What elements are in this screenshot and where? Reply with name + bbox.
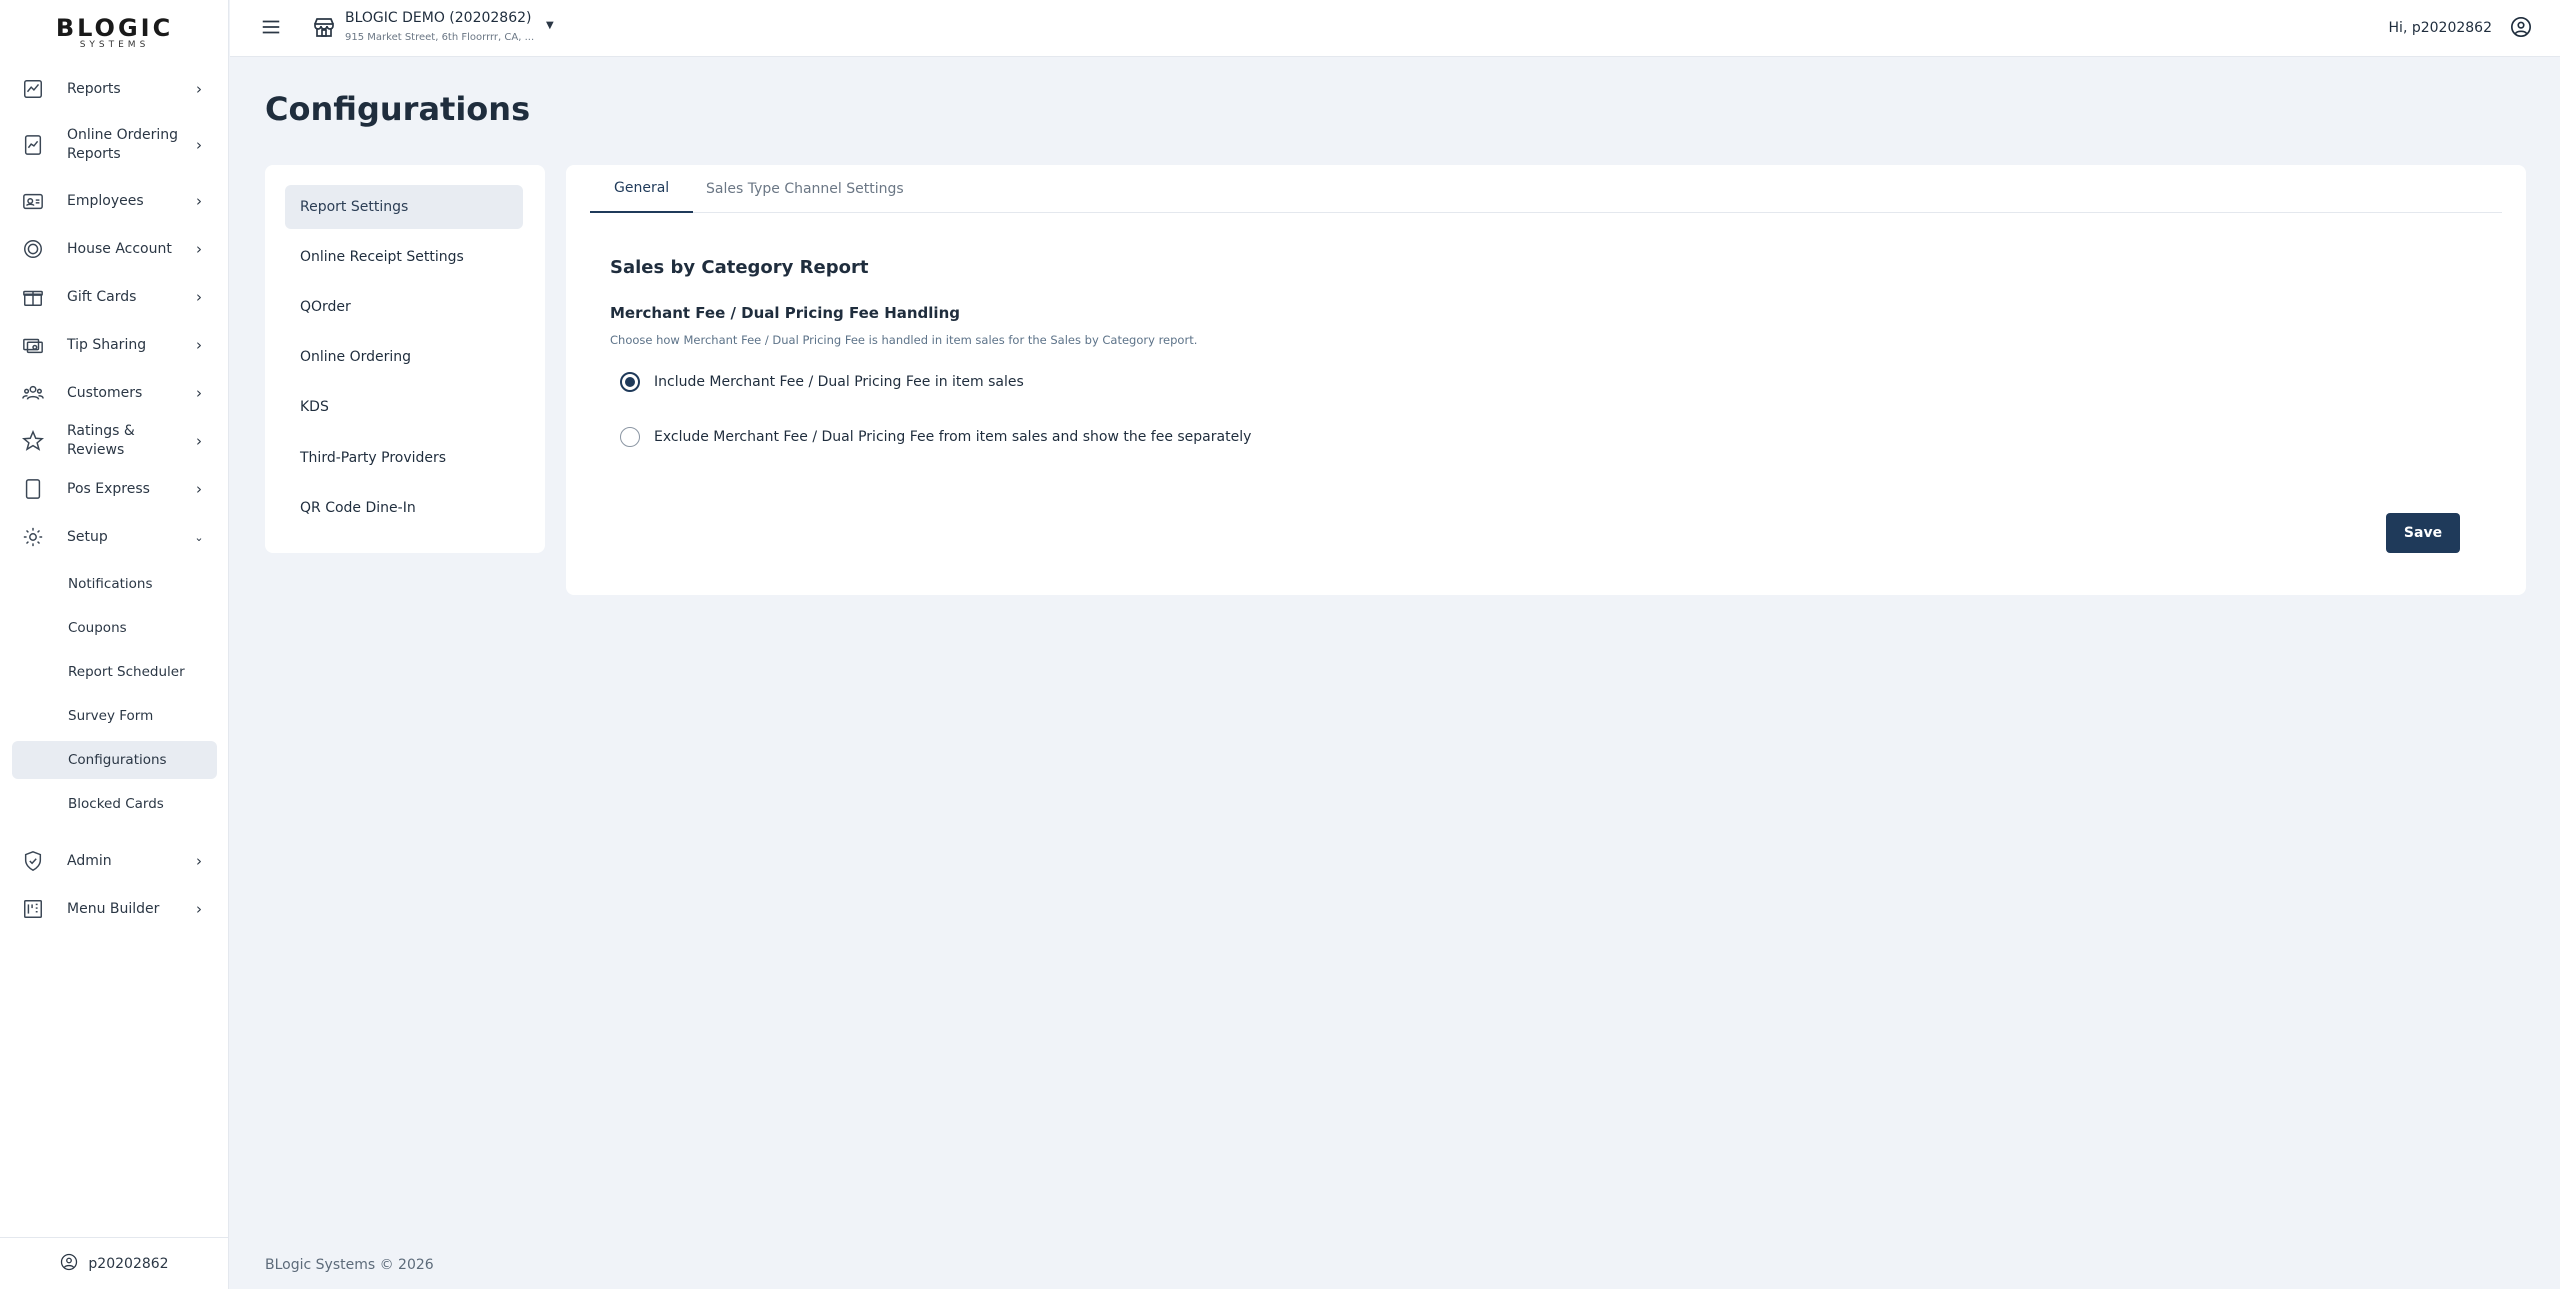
coin-icon [20, 236, 46, 262]
settings-item-qorder[interactable]: QOrder [285, 285, 523, 329]
sidebar-item-label: Admin [67, 852, 112, 869]
settings-item-online-ordering[interactable]: Online Ordering [285, 335, 523, 379]
sidebar-item-admin[interactable]: Admin › [20, 841, 206, 881]
star-icon [20, 428, 46, 454]
chevron-right-icon: › [196, 288, 202, 306]
settings-item-kds[interactable]: KDS [285, 385, 523, 429]
sidebar-item-label: Employees [67, 192, 144, 209]
tab-general[interactable]: General [590, 165, 694, 213]
chevron-right-icon: › [196, 384, 202, 402]
caret-down-icon[interactable]: ▼ [546, 20, 554, 31]
cash-icon [20, 332, 46, 358]
users-icon [20, 380, 46, 406]
logo-subtext: SYSTEMS [79, 40, 150, 50]
report-settings-panel: General Sales Type Channel Settings Sale… [566, 165, 2526, 595]
save-button[interactable]: Save [2386, 513, 2460, 553]
sidebar-subitem-survey-form[interactable]: Survey Form [12, 697, 217, 735]
radio-label: Exclude Merchant Fee / Dual Pricing Fee … [654, 429, 1252, 445]
sidebar-item-label: Reports [67, 80, 121, 97]
sidebar-item-label: House Account [67, 240, 172, 257]
sidebar-item-employees[interactable]: Employees › [20, 181, 206, 221]
subsection-title: Merchant Fee / Dual Pricing Fee Handling [610, 304, 960, 322]
radio-option-exclude[interactable]: Exclude Merchant Fee / Dual Pricing Fee … [620, 427, 1251, 447]
radio-button-checked[interactable] [620, 372, 640, 392]
sidebar-item-house-account[interactable]: House Account › [20, 229, 206, 269]
sidebar-item-customers[interactable]: Customers › [20, 373, 206, 413]
sidebar-subitem-blocked-cards[interactable]: Blocked Cards [12, 785, 217, 823]
sidebar-item-gift-cards[interactable]: Gift Cards › [20, 277, 206, 317]
tablet-icon [20, 476, 46, 502]
user-circle-icon [60, 1253, 88, 1275]
id-card-icon [20, 188, 46, 214]
sidebar-item-label: Setup [67, 528, 108, 545]
shield-icon [20, 848, 46, 874]
settings-item-third-party[interactable]: Third-Party Providers [285, 436, 523, 480]
chevron-right-icon: › [196, 480, 202, 498]
sidebar-subitem-configurations[interactable]: Configurations [12, 741, 217, 779]
tab-sales-type-channel[interactable]: Sales Type Channel Settings [706, 165, 904, 213]
sidebar-item-label: Gift Cards [67, 288, 137, 305]
settings-menu: Report Settings Online Receipt Settings … [265, 165, 545, 553]
tab-bar: General Sales Type Channel Settings [590, 165, 2502, 213]
sidebar-item-online-ordering-reports[interactable]: Online Ordering Reports › [20, 126, 206, 164]
sidebar-item-label: Pos Express [67, 480, 150, 497]
chevron-right-icon: › [196, 900, 202, 918]
subsection-description: Choose how Merchant Fee / Dual Pricing F… [610, 333, 1198, 347]
settings-item-qr-code-dine-in[interactable]: QR Code Dine-In [285, 486, 523, 530]
store-name[interactable]: BLOGIC DEMO (20202862) [345, 10, 531, 26]
user-circle-icon[interactable] [2510, 16, 2532, 38]
sidebar: BLOGIC SYSTEMS Reports › Online Ordering… [0, 0, 229, 1289]
radio-label: Include Merchant Fee / Dual Pricing Fee … [654, 374, 1024, 390]
sidebar-footer-user[interactable]: p20202862 [0, 1237, 229, 1289]
store-address: 915 Market Street, 6th Floorrrr, CA, ... [345, 32, 535, 43]
gear-icon [20, 524, 46, 550]
chevron-right-icon: › [196, 80, 202, 98]
sidebar-item-label: Menu Builder [67, 900, 160, 917]
sidebar-item-label: Customers [67, 384, 143, 401]
topbar: BLOGIC DEMO (20202862) 915 Market Street… [230, 0, 2560, 57]
user-greeting: Hi, p20202862 [2388, 20, 2492, 36]
chevron-right-icon: › [196, 336, 202, 354]
chevron-right-icon: › [196, 240, 202, 258]
sidebar-item-label: Online Ordering Reports [67, 127, 179, 162]
sidebar-username: p20202862 [88, 1255, 169, 1272]
chevron-right-icon: › [196, 852, 202, 870]
page-title: Configurations [265, 90, 531, 128]
logo[interactable]: BLOGIC SYSTEMS [0, 14, 229, 50]
menu-book-icon [20, 896, 46, 922]
gift-icon [20, 284, 46, 310]
logo-text: BLOGIC [55, 14, 174, 42]
radio-option-include[interactable]: Include Merchant Fee / Dual Pricing Fee … [620, 372, 1024, 392]
sidebar-subitem-coupons[interactable]: Coupons [12, 609, 217, 647]
section-title: Sales by Category Report [610, 257, 869, 278]
settings-item-online-receipt[interactable]: Online Receipt Settings [285, 235, 523, 279]
sidebar-item-setup[interactable]: Setup ⌄ [20, 517, 206, 557]
chevron-right-icon: › [196, 192, 202, 210]
chevron-down-icon: ⌄ [194, 530, 204, 544]
chevron-right-icon: › [196, 432, 202, 450]
sidebar-item-reports[interactable]: Reports › [20, 69, 206, 109]
sidebar-subitem-notifications[interactable]: Notifications [12, 565, 217, 603]
radio-button[interactable] [620, 427, 640, 447]
store-icon [312, 15, 336, 39]
chart-line-icon [20, 76, 46, 102]
sidebar-item-ratings-reviews[interactable]: Ratings & Reviews › [20, 421, 206, 461]
sidebar-item-tip-sharing[interactable]: Tip Sharing › [20, 325, 206, 365]
sidebar-item-menu-builder[interactable]: Menu Builder › [20, 889, 206, 929]
chevron-right-icon: › [196, 136, 202, 154]
chart-doc-icon [20, 132, 46, 158]
hamburger-menu-icon[interactable] [260, 16, 282, 38]
sidebar-subitem-report-scheduler[interactable]: Report Scheduler [12, 653, 217, 691]
sidebar-item-pos-express[interactable]: Pos Express › [20, 469, 206, 509]
settings-item-report-settings[interactable]: Report Settings [285, 185, 523, 229]
page-footer: BLogic Systems © 2026 [265, 1257, 434, 1273]
sidebar-item-label: Ratings & Reviews [67, 423, 135, 458]
sidebar-item-label: Tip Sharing [67, 336, 147, 353]
